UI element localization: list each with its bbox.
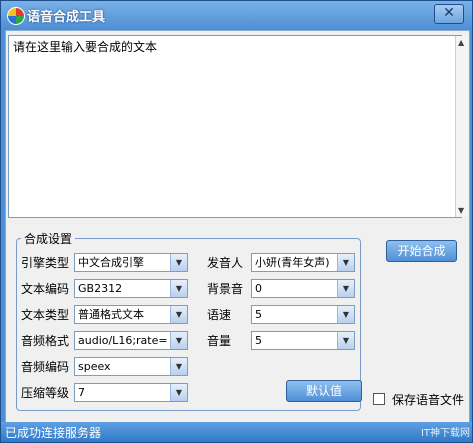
save-audio-checkbox[interactable] — [373, 393, 385, 405]
chevron-down-icon[interactable]: ▼ — [337, 306, 354, 323]
audio-format-select[interactable]: audio/L16;rate= ▼ — [74, 331, 188, 350]
chevron-down-icon[interactable]: ▼ — [337, 332, 354, 349]
save-audio-label: 保存语音文件 — [392, 393, 465, 407]
compression-level-value: 7 — [78, 386, 85, 399]
text-encoding-label: 文本编码 — [21, 282, 70, 296]
volume-label: 音量 — [207, 334, 232, 348]
status-text: 已成功连接服务器 — [5, 426, 102, 440]
chevron-down-icon[interactable]: ▼ — [170, 306, 187, 323]
default-values-button[interactable]: 默认值 — [286, 380, 362, 402]
audio-encoding-value: speex — [78, 360, 111, 373]
text-encoding-select[interactable]: GB2312 ▼ — [74, 279, 188, 298]
chevron-down-icon[interactable]: ▼ — [337, 280, 354, 297]
chevron-down-icon[interactable]: ▼ — [170, 384, 187, 401]
main-window: 语音合成工具 ✕ 请在这里输入要合成的文本 ▲ ▼ 合成设置 引擎类型 中文合成… — [0, 0, 473, 443]
background-sound-select[interactable]: 0 ▼ — [251, 279, 355, 298]
text-type-value: 普通格式文本 — [78, 308, 144, 321]
window-title: 语音合成工具 — [27, 10, 106, 25]
compression-level-label: 压缩等级 — [21, 386, 70, 400]
text-input-area[interactable]: 请在这里输入要合成的文本 — [8, 35, 462, 218]
background-sound-label: 背景音 — [207, 282, 244, 296]
engine-type-label: 引擎类型 — [21, 256, 70, 270]
text-encoding-value: GB2312 — [78, 282, 123, 295]
vertical-scrollbar[interactable]: ▲ ▼ — [455, 36, 468, 217]
engine-type-value: 中文合成引擎 — [78, 256, 144, 269]
chevron-down-icon[interactable]: ▼ — [170, 332, 187, 349]
status-bar: 已成功连接服务器 IT神下载网 — [1, 422, 472, 442]
arrow-down-icon[interactable]: ▼ — [458, 206, 464, 215]
app-logo-icon — [7, 7, 25, 25]
audio-encoding-label: 音频编码 — [21, 360, 70, 374]
chevron-down-icon[interactable]: ▼ — [337, 254, 354, 271]
chevron-down-icon[interactable]: ▼ — [170, 254, 187, 271]
text-type-select[interactable]: 普通格式文本 ▼ — [74, 305, 188, 324]
compression-level-select[interactable]: 7 ▼ — [74, 383, 188, 402]
speed-label: 语速 — [207, 308, 232, 322]
audio-format-label: 音频格式 — [21, 334, 70, 348]
synthesis-settings-group: 合成设置 引擎类型 中文合成引擎 ▼ 文本编码 GB2312 ▼ 文本类型 普通… — [16, 230, 362, 411]
close-button[interactable]: ✕ — [434, 4, 464, 24]
audio-encoding-select[interactable]: speex ▼ — [74, 357, 188, 376]
speaker-value: 小妍(青年女声) — [255, 256, 330, 269]
group-title: 合成设置 — [21, 230, 76, 247]
audio-format-value: audio/L16;rate= — [78, 334, 167, 347]
chevron-down-icon[interactable]: ▼ — [170, 358, 187, 375]
start-synthesis-button[interactable]: 开始合成 — [386, 240, 457, 262]
volume-value: 5 — [255, 334, 262, 347]
speed-value: 5 — [255, 308, 262, 321]
client-area: 请在这里输入要合成的文本 ▲ ▼ 合成设置 引擎类型 中文合成引擎 ▼ 文本编码… — [5, 30, 470, 424]
speaker-label: 发音人 — [207, 256, 244, 270]
speaker-select[interactable]: 小妍(青年女声) ▼ — [251, 253, 355, 272]
text-type-label: 文本类型 — [21, 308, 70, 322]
engine-type-select[interactable]: 中文合成引擎 ▼ — [74, 253, 188, 272]
watermark-text: IT神下载网 — [420, 428, 470, 439]
speed-select[interactable]: 5 ▼ — [251, 305, 355, 324]
title-bar[interactable]: 语音合成工具 ✕ — [1, 1, 472, 29]
background-sound-value: 0 — [255, 282, 262, 295]
arrow-up-icon[interactable]: ▲ — [458, 38, 464, 47]
volume-select[interactable]: 5 ▼ — [251, 331, 355, 350]
chevron-down-icon[interactable]: ▼ — [170, 280, 187, 297]
